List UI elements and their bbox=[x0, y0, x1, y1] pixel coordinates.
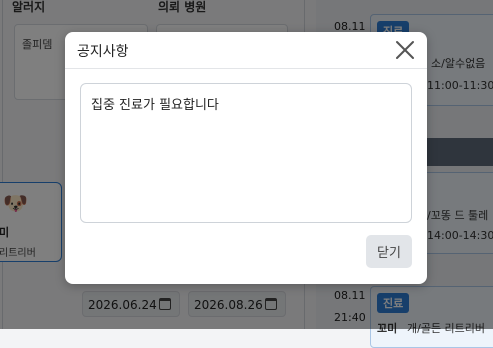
close-x-icon[interactable] bbox=[395, 40, 415, 60]
close-button[interactable]: 닫기 bbox=[366, 235, 412, 268]
modal-title: 공지사항 bbox=[77, 44, 129, 60]
notice-textarea[interactable]: 집중 진료가 필요합니다 bbox=[80, 83, 412, 223]
notice-modal: 공지사항 집중 진료가 필요합니다 닫기 bbox=[65, 32, 427, 284]
modal-header: 공지사항 bbox=[65, 32, 427, 69]
